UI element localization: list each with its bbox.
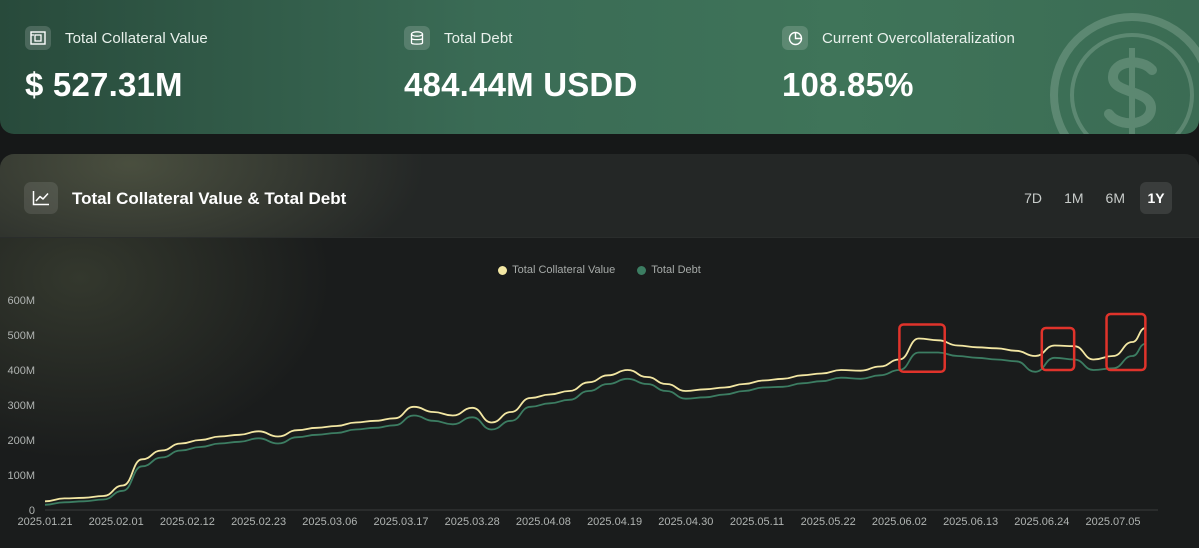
x-tick-label: 2025.06.24 [1014, 516, 1069, 528]
x-tick-label: 2025.03.06 [302, 516, 357, 528]
range-1y-button[interactable]: 1Y [1140, 182, 1172, 214]
stat-overcollateralization: Current Overcollateralization 108.85% [782, 26, 1015, 104]
stat-value: 108.85% [782, 66, 914, 103]
stat-total-collateral: Total Collateral Value $ 527.31M [25, 26, 208, 104]
x-tick-label: 2025.01.21 [17, 516, 72, 528]
x-tick-label: 2025.03.17 [373, 516, 428, 528]
coin-decoration-icon [1050, 13, 1199, 134]
stat-value: 484.44M USDD [404, 66, 638, 103]
x-tick-label: 2025.06.13 [943, 516, 998, 528]
x-tick-label: 2025.02.12 [160, 516, 215, 528]
highlight-box [1105, 312, 1147, 372]
range-7d-button[interactable]: 7D [1017, 182, 1049, 214]
chart-title: Total Collateral Value & Total Debt [72, 189, 347, 208]
x-tick-label: 2025.05.11 [730, 516, 784, 528]
collateral-icon [25, 26, 51, 50]
stats-card: Total Collateral Value $ 527.31M Total D… [0, 0, 1199, 134]
x-tick-label: 2025.05.22 [801, 516, 856, 528]
x-tick-label: 2025.02.01 [89, 516, 144, 528]
stat-value: $ 527.31M [25, 66, 183, 103]
y-tick-label: 300M [7, 400, 35, 412]
x-tick-label: 2025.04.30 [658, 516, 713, 528]
debt-line [44, 342, 1146, 506]
stat-label: Current Overcollateralization [822, 29, 1015, 47]
y-tick-label: 500M [7, 330, 35, 342]
x-tick-label: 2025.04.08 [516, 516, 571, 528]
chart-body: Total Collateral Value Total Debt 0 100M 2… [0, 238, 1199, 548]
time-range-selector: 7D 1M 6M 1Y [1017, 182, 1172, 214]
pie-chart-icon [782, 26, 808, 50]
y-tick-label: 200M [7, 435, 35, 447]
y-tick-label: 400M [7, 365, 35, 377]
line-chart[interactable]: 0100M200M300M400M500M600M2025.01.21 2025.… [0, 238, 1199, 548]
chart-card: Total Collateral Value & Total Debt 7D 1… [0, 154, 1199, 548]
stat-label: Total Debt [444, 29, 513, 47]
chart-header: Total Collateral Value & Total Debt 7D 1… [0, 154, 1199, 238]
line-chart-icon [24, 182, 58, 214]
database-icon [404, 26, 430, 50]
y-tick-label: 100M [7, 470, 35, 482]
stat-total-debt: Total Debt 484.44M USDD [404, 26, 638, 104]
x-tick-label: 2025.06.02 [872, 516, 927, 528]
stat-label: Total Collateral Value [65, 29, 208, 47]
x-tick-label: 2025.02.23 [231, 516, 286, 528]
x-tick-label: 2025.07.05 [1085, 516, 1140, 528]
range-1m-button[interactable]: 1M [1057, 182, 1090, 214]
y-tick-label: 600M [7, 295, 35, 307]
x-tick-label: 2025.04.19 [587, 516, 642, 528]
collateral-line [44, 327, 1146, 503]
x-tick-label: 2025.03.28 [445, 516, 500, 528]
range-6m-button[interactable]: 6M [1099, 182, 1132, 214]
